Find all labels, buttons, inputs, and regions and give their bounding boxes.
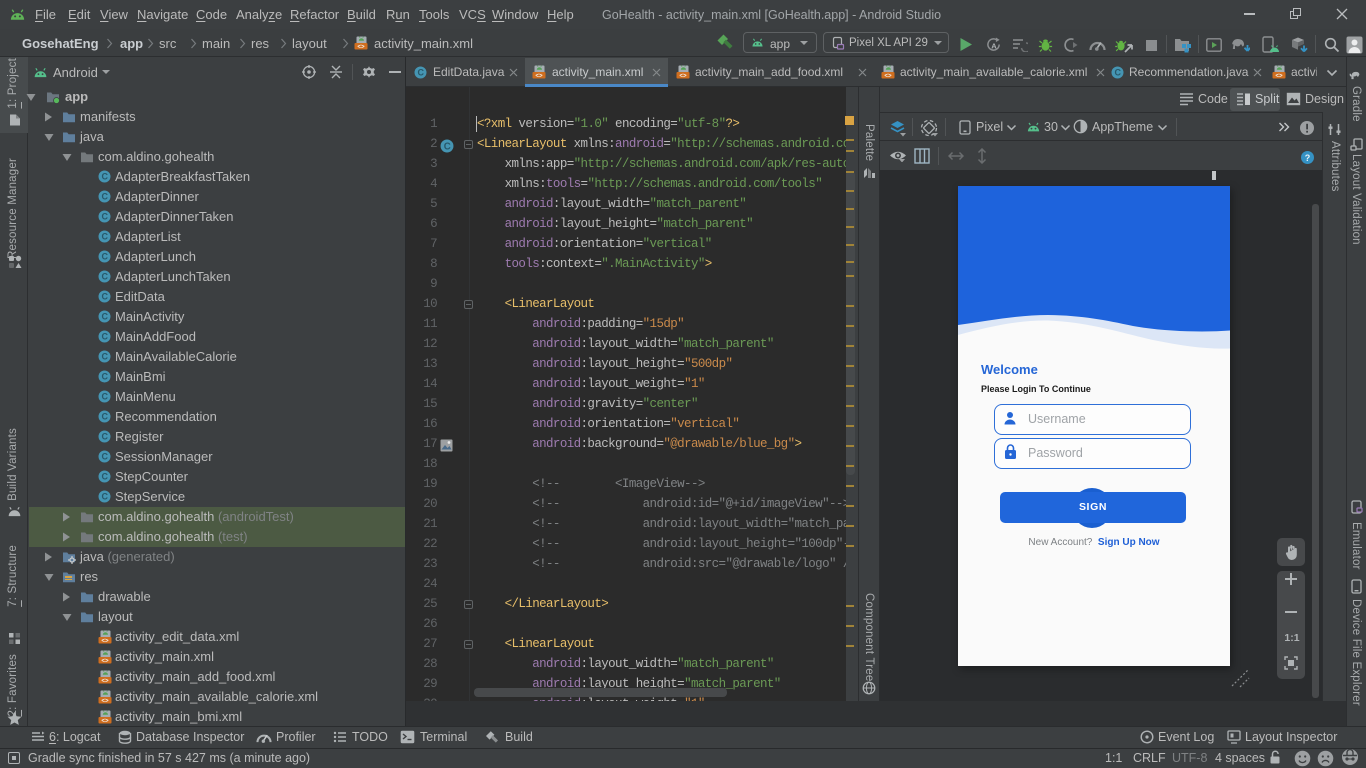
svg-text:C: C	[101, 332, 108, 342]
svg-text:<>: <>	[101, 657, 109, 664]
svg-text:?: ?	[1305, 153, 1311, 163]
svg-text:C: C	[101, 192, 108, 202]
svg-text:<>: <>	[101, 637, 109, 644]
svg-text:C: C	[101, 452, 108, 462]
svg-text:C: C	[444, 141, 451, 152]
svg-text:C: C	[101, 232, 108, 242]
svg-text:C: C	[101, 312, 108, 322]
svg-text:<>: <>	[357, 43, 365, 50]
svg-text:C: C	[101, 392, 108, 402]
svg-text:C: C	[101, 172, 108, 182]
svg-text:<>: <>	[101, 677, 109, 684]
svg-text:C: C	[101, 292, 108, 302]
svg-text:<>: <>	[679, 72, 687, 79]
svg-text:C: C	[417, 68, 424, 78]
svg-text:C: C	[101, 352, 108, 362]
svg-text:C: C	[1114, 68, 1121, 78]
svg-text:<>: <>	[535, 72, 543, 79]
svg-text:C: C	[101, 272, 108, 282]
svg-text:C: C	[101, 372, 108, 382]
svg-text:C: C	[101, 492, 108, 502]
svg-text:C: C	[101, 252, 108, 262]
svg-text:C: C	[101, 432, 108, 442]
svg-text:A: A	[991, 42, 997, 51]
svg-text:<>: <>	[1275, 72, 1283, 79]
svg-text:C: C	[101, 412, 108, 422]
svg-text:<>: <>	[101, 697, 109, 704]
svg-text:<>: <>	[101, 717, 109, 724]
svg-text:<>: <>	[884, 72, 892, 79]
svg-text:C: C	[101, 212, 108, 222]
svg-text:C: C	[101, 472, 108, 482]
